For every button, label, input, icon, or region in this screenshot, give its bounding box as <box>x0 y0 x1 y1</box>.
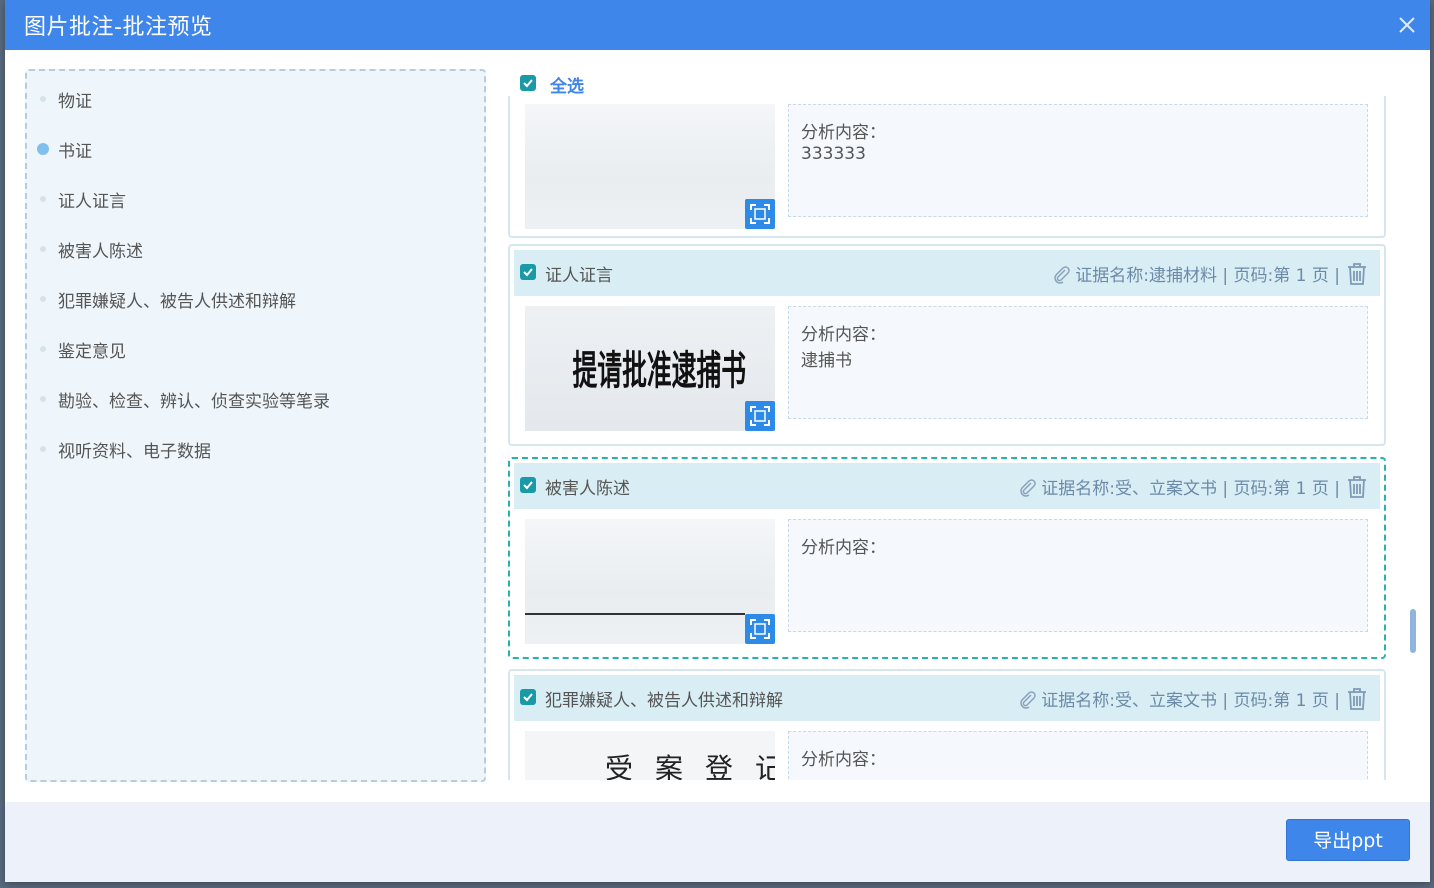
card-meta-text: 证据名称:受、立案文书 | 页码:第 1 页 | <box>1041 479 1340 499</box>
nav-item-label: 书证 <box>58 142 92 162</box>
evidence-thumbnail[interactable]: 受案登记 <box>525 731 775 780</box>
paperclip-icon <box>1054 266 1071 284</box>
nav-dot <box>40 446 46 452</box>
nav-item-label: 物证 <box>58 92 92 112</box>
analysis-label: 分析内容： <box>801 538 886 558</box>
analysis-label: 分析内容： <box>801 123 886 143</box>
card-category: 被害人陈述 <box>545 479 630 499</box>
card-meta-text: 证据名称:逮捕材料 | 页码:第 1 页 | <box>1075 266 1340 286</box>
analysis-value: 逮捕书 <box>801 351 852 371</box>
nav-item-label: 被害人陈述 <box>58 242 143 262</box>
trash-icon[interactable] <box>1346 475 1368 499</box>
analysis-label: 分析内容： <box>801 750 886 770</box>
card-header: 证人证言 证据名称:逮捕材料 | 页码:第 1 页 | <box>514 250 1380 296</box>
evidence-thumbnail[interactable] <box>525 519 775 644</box>
nav-item-witness-testimony[interactable]: 证人证言 <box>27 184 467 214</box>
nav-dot <box>40 246 46 252</box>
nav-item-victim-statement[interactable]: 被害人陈述 <box>27 234 467 264</box>
scrollbar-thumb[interactable] <box>1410 609 1416 653</box>
nav-item-documentary-evidence[interactable]: 书证 <box>27 134 467 164</box>
analysis-box[interactable]: 分析内容： <box>788 731 1368 780</box>
dialog-title: 图片批注-批注预览 <box>24 15 213 40</box>
annotation-preview-dialog: 图片批注-批注预览 物证 书证 证人证言 被害人陈述 犯罪嫌疑人、被告人供述和辩… <box>5 0 1430 882</box>
nav-item-inspection-records[interactable]: 勘验、检查、辨认、侦查实验等笔录 <box>27 384 467 414</box>
card-header: 被害人陈述 证据名称:受、立案文书 | 页码:第 1 页 | <box>514 463 1380 509</box>
paperclip-icon <box>1020 691 1037 709</box>
nav-item-physical-evidence[interactable]: 物证 <box>27 84 467 114</box>
card-evidence-meta: 证据名称:受、立案文书 | 页码:第 1 页 | <box>1019 474 1340 499</box>
nav-item-label: 勘验、检查、辨认、侦查实验等笔录 <box>58 392 330 412</box>
analysis-box[interactable]: 分析内容： 逮捕书 <box>788 306 1368 419</box>
evidence-thumbnail[interactable]: 提请批准逮捕书 <box>525 306 775 431</box>
nav-dot <box>40 196 46 202</box>
card-evidence-meta: 证据名称:逮捕材料 | 页码:第 1 页 | <box>1053 261 1340 286</box>
nav-item-label: 鉴定意见 <box>58 342 126 362</box>
analysis-value: 333333 <box>801 144 866 164</box>
nav-item-audiovisual-data[interactable]: 视听资料、电子数据 <box>27 434 467 464</box>
card-category: 犯罪嫌疑人、被告人供述和辩解 <box>545 691 783 711</box>
analysis-box[interactable]: 分析内容： <box>788 519 1368 632</box>
annotation-card-selected: 被害人陈述 证据名称:受、立案文书 | 页码:第 1 页 | 分析内容： <box>508 457 1386 659</box>
evidence-thumbnail[interactable] <box>525 104 775 229</box>
thumbnail-text: 提请批准逮捕书 <box>572 347 747 394</box>
card-header: 犯罪嫌疑人、被告人供述和辩解 证据名称:受、立案文书 | 页码:第 1 页 | <box>514 675 1380 721</box>
trash-icon[interactable] <box>1346 262 1368 286</box>
annotation-card: 分析内容： 333333 <box>508 96 1386 238</box>
close-icon[interactable] <box>1394 12 1420 38</box>
select-all-label: 全选 <box>550 77 584 97</box>
card-evidence-meta: 证据名称:受、立案文书 | 页码:第 1 页 | <box>1019 686 1340 711</box>
card-checkbox[interactable] <box>520 689 536 705</box>
nav-item-label: 视听资料、电子数据 <box>58 442 211 462</box>
nav-dot <box>40 346 46 352</box>
dialog-header: 图片批注-批注预览 <box>5 0 1430 50</box>
thumbnail-text: 受案登记 <box>605 752 775 780</box>
analysis-label: 分析内容： <box>801 325 886 345</box>
checkbox-checked-icon <box>520 75 536 91</box>
nav-item-suspect-statement[interactable]: 犯罪嫌疑人、被告人供述和辩解 <box>27 284 467 314</box>
annotation-list[interactable]: 分析内容： 333333 证人证言 证据名称:逮捕材料 | 页码:第 1 页 |… <box>504 96 1399 780</box>
card-checkbox[interactable] <box>520 477 536 493</box>
nav-dot-active <box>37 143 49 155</box>
nav-dot <box>40 396 46 402</box>
card-category: 证人证言 <box>545 266 613 286</box>
dialog-footer: 导出ppt <box>5 802 1430 882</box>
card-checkbox[interactable] <box>520 264 536 280</box>
nav-item-label: 证人证言 <box>58 192 126 212</box>
analysis-box[interactable]: 分析内容： 333333 <box>788 104 1368 217</box>
nav-dot <box>40 96 46 102</box>
expand-icon[interactable] <box>745 614 775 644</box>
annotation-card: 犯罪嫌疑人、被告人供述和辩解 证据名称:受、立案文书 | 页码:第 1 页 | … <box>508 669 1386 780</box>
expand-icon[interactable] <box>745 199 775 229</box>
trash-icon[interactable] <box>1346 687 1368 711</box>
expand-icon[interactable] <box>745 401 775 431</box>
nav-item-label: 犯罪嫌疑人、被告人供述和辩解 <box>58 292 296 312</box>
nav-item-expert-opinion[interactable]: 鉴定意见 <box>27 334 467 364</box>
paperclip-icon <box>1020 479 1037 497</box>
thumbnail-line <box>525 613 745 615</box>
export-ppt-button[interactable]: 导出ppt <box>1286 819 1410 861</box>
category-nav: 物证 书证 证人证言 被害人陈述 犯罪嫌疑人、被告人供述和辩解 鉴定意见 勘验、… <box>25 69 486 782</box>
card-meta-text: 证据名称:受、立案文书 | 页码:第 1 页 | <box>1041 691 1340 711</box>
nav-dot <box>40 296 46 302</box>
annotation-card: 证人证言 证据名称:逮捕材料 | 页码:第 1 页 | 提请批准逮捕书 分析内容… <box>508 244 1386 446</box>
